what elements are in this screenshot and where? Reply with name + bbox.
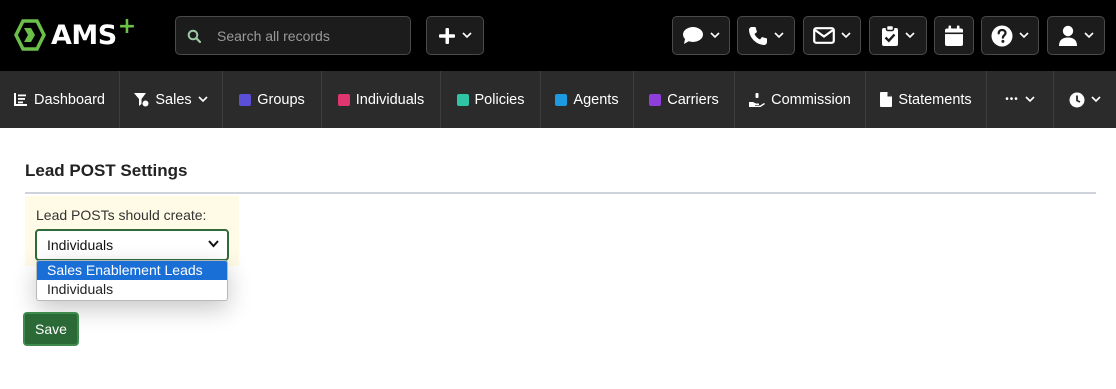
tasks-button[interactable] bbox=[869, 16, 927, 55]
help-button[interactable] bbox=[981, 16, 1039, 55]
chat-bubble-icon bbox=[683, 27, 703, 44]
logo-text: AMS bbox=[51, 19, 117, 51]
user-icon bbox=[1059, 25, 1077, 46]
search-box[interactable]: Search all records bbox=[175, 16, 411, 55]
nav-label: Commission bbox=[771, 91, 851, 108]
nav-agents[interactable]: Agents bbox=[541, 71, 634, 128]
nav-carriers[interactable]: Carriers bbox=[634, 71, 735, 128]
nav-sales[interactable]: Sales bbox=[120, 71, 223, 128]
clipboard-check-icon bbox=[882, 24, 898, 46]
lead-post-label: Lead POSTs should create: bbox=[36, 207, 207, 223]
main-nav: Dashboard Sales Groups Individuals Polic… bbox=[0, 71, 1116, 128]
option-individuals[interactable]: Individuals bbox=[37, 280, 227, 299]
chevron-down-icon bbox=[208, 240, 219, 248]
chevron-down-icon bbox=[1084, 32, 1094, 39]
agents-color-swatch bbox=[555, 93, 568, 106]
nav-label: Individuals bbox=[355, 91, 425, 108]
chevron-down-icon bbox=[1019, 32, 1029, 39]
nav-recent[interactable] bbox=[1054, 71, 1116, 128]
nav-label: Policies bbox=[474, 91, 525, 108]
file-icon bbox=[880, 92, 893, 107]
nav-statements[interactable]: Statements bbox=[866, 71, 987, 128]
envelope-icon bbox=[813, 27, 835, 44]
nav-label: Agents bbox=[573, 91, 619, 108]
filter-icon bbox=[134, 92, 149, 106]
chevron-down-icon bbox=[841, 32, 851, 39]
nav-label: Carriers bbox=[667, 91, 719, 108]
clock-icon bbox=[1069, 92, 1085, 107]
section-divider bbox=[25, 192, 1096, 194]
save-button[interactable]: Save bbox=[23, 312, 79, 346]
nav-policies[interactable]: Policies bbox=[441, 71, 541, 128]
section-title: Lead POST Settings bbox=[25, 161, 188, 180]
logo-plus: + bbox=[117, 13, 137, 39]
hexagon-logo-icon bbox=[14, 19, 46, 51]
chevron-down-icon bbox=[1025, 96, 1035, 103]
top-header: AMS + Search all records bbox=[0, 0, 1116, 71]
hand-money-icon bbox=[749, 92, 766, 107]
nav-label: Groups bbox=[257, 91, 305, 108]
phone-icon bbox=[749, 26, 767, 45]
more-icon: ••• bbox=[1005, 94, 1019, 105]
nav-more[interactable]: ••• bbox=[987, 71, 1054, 128]
plus-icon bbox=[439, 27, 455, 44]
individuals-color-swatch bbox=[337, 93, 350, 106]
search-input[interactable]: Search all records bbox=[217, 28, 330, 44]
search-icon bbox=[187, 29, 203, 43]
chevron-down-icon bbox=[462, 32, 472, 39]
policies-color-swatch bbox=[456, 93, 469, 106]
chevron-down-icon bbox=[905, 32, 915, 39]
nav-groups[interactable]: Groups bbox=[223, 71, 322, 128]
messages-button[interactable] bbox=[672, 16, 730, 55]
nav-individuals[interactable]: Individuals bbox=[322, 71, 441, 128]
email-button[interactable] bbox=[803, 16, 861, 55]
chevron-down-icon bbox=[710, 32, 720, 39]
chevron-down-icon bbox=[1091, 96, 1101, 103]
phone-button[interactable] bbox=[737, 16, 795, 55]
nav-dashboard[interactable]: Dashboard bbox=[0, 71, 120, 128]
groups-color-swatch bbox=[239, 93, 252, 106]
user-menu-button[interactable] bbox=[1047, 16, 1105, 55]
select-value: Individuals bbox=[47, 237, 114, 253]
nav-commission[interactable]: Commission bbox=[735, 71, 866, 128]
nav-label: Statements bbox=[898, 91, 972, 108]
calendar-button[interactable] bbox=[934, 16, 974, 55]
select-dropdown-list: Sales Enablement Leads Individuals bbox=[36, 260, 228, 301]
calendar-icon bbox=[945, 25, 963, 46]
chevron-down-icon bbox=[774, 32, 784, 39]
carriers-color-swatch bbox=[649, 93, 662, 106]
ams-logo[interactable]: AMS + bbox=[14, 14, 136, 52]
nav-label: Dashboard bbox=[34, 91, 105, 108]
nav-label: Sales bbox=[155, 91, 192, 108]
chart-line-icon bbox=[14, 93, 28, 106]
question-circle-icon bbox=[991, 25, 1013, 46]
chevron-down-icon bbox=[198, 96, 208, 103]
add-new-button[interactable] bbox=[426, 16, 484, 55]
option-sales-enablement-leads[interactable]: Sales Enablement Leads bbox=[37, 261, 227, 280]
lead-post-type-select[interactable]: Individuals bbox=[35, 229, 229, 261]
